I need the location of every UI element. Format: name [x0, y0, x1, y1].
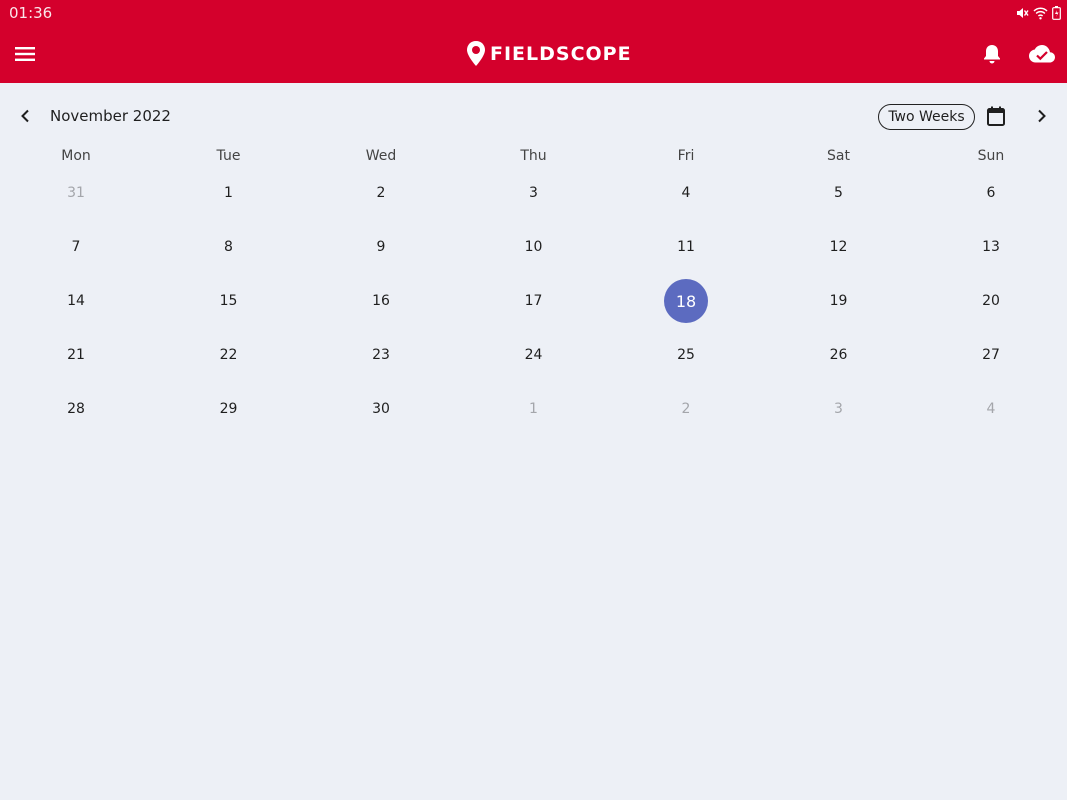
weekday-label: Thu	[520, 148, 547, 164]
weekday-label: Tue	[216, 148, 241, 164]
day-cell[interactable]: 9	[359, 225, 403, 269]
status-bar: 01:36	[0, 0, 1067, 26]
calendar-header: November 2022 Two Weeks	[0, 98, 1067, 136]
day-cell[interactable]: 30	[359, 387, 403, 431]
day-cell[interactable]: 3	[512, 171, 556, 215]
battery-icon	[1052, 6, 1061, 20]
day-cell[interactable]: 22	[207, 333, 251, 377]
wifi-icon	[1033, 6, 1048, 20]
menu-button[interactable]	[12, 40, 38, 68]
weekday-label: Fri	[677, 148, 695, 164]
location-pin-icon	[467, 41, 485, 66]
day-cell[interactable]: 29	[207, 387, 251, 431]
day-cell[interactable]: 21	[54, 333, 98, 377]
day-cell[interactable]: 11	[664, 225, 708, 269]
day-cell[interactable]: 20	[969, 279, 1013, 323]
weekday-header: Mon Tue Wed Thu Fri Sat Sun	[0, 148, 1067, 168]
day-cell[interactable]: 25	[664, 333, 708, 377]
view-range-button[interactable]: Two Weeks	[878, 104, 975, 130]
day-cell[interactable]: 28	[54, 387, 98, 431]
notifications-button[interactable]	[979, 41, 1005, 67]
weekday-label: Wed	[365, 148, 397, 164]
day-cell[interactable]: 5	[817, 171, 861, 215]
day-cell[interactable]: 15	[207, 279, 251, 323]
cloud-check-icon	[1029, 45, 1055, 63]
status-icons	[1015, 4, 1061, 22]
day-cell[interactable]: 24	[512, 333, 556, 377]
day-cell[interactable]: 26	[817, 333, 861, 377]
day-cell[interactable]: 16	[359, 279, 403, 323]
app-logo: FIELDSCOPE	[465, 39, 632, 69]
day-cell[interactable]: 31	[54, 171, 98, 215]
weekday-label: Mon	[61, 148, 91, 164]
logo-text: FIELDSCOPE	[490, 43, 632, 65]
day-cell[interactable]: 6	[969, 171, 1013, 215]
day-cell[interactable]: 4	[664, 171, 708, 215]
day-cell[interactable]: 1	[512, 387, 556, 431]
weekday-label: Sat	[827, 148, 850, 164]
day-cell[interactable]: 13	[969, 225, 1013, 269]
app-bar: FIELDSCOPE	[0, 26, 1067, 83]
next-month-button[interactable]	[1031, 105, 1053, 127]
status-time: 01:36	[9, 4, 53, 22]
calendar-grid: 31 1 2 3 4 5 6 7 8 9 10 11 12 13 14 15 16 17 18 19 20 21 22 23 2…	[0, 166, 1067, 446]
day-cell[interactable]: 14	[54, 279, 98, 323]
bell-icon	[984, 45, 1000, 64]
day-cell[interactable]: 2	[359, 171, 403, 215]
month-label: November 2022	[50, 107, 171, 125]
mute-icon	[1015, 6, 1029, 20]
weekday-label: Sun	[977, 148, 1005, 164]
chevron-left-icon	[21, 109, 29, 123]
day-cell[interactable]: 8	[207, 225, 251, 269]
calendar-picker-button[interactable]	[985, 105, 1007, 127]
menu-icon	[15, 47, 35, 61]
day-cell[interactable]: 27	[969, 333, 1013, 377]
day-cell[interactable]: 3	[817, 387, 861, 431]
sync-button[interactable]	[1026, 41, 1058, 67]
day-cell[interactable]: 1	[207, 171, 251, 215]
day-cell[interactable]: 7	[54, 225, 98, 269]
day-cell[interactable]: 2	[664, 387, 708, 431]
previous-month-button[interactable]	[14, 105, 36, 127]
day-cell[interactable]: 4	[969, 387, 1013, 431]
day-cell[interactable]: 19	[817, 279, 861, 323]
day-cell[interactable]: 23	[359, 333, 403, 377]
day-cell[interactable]: 10	[512, 225, 556, 269]
selected-day-cell[interactable]: 18	[664, 279, 708, 323]
day-cell[interactable]: 12	[817, 225, 861, 269]
chevron-right-icon	[1038, 109, 1046, 123]
calendar-icon	[987, 106, 1005, 126]
day-cell[interactable]: 17	[512, 279, 556, 323]
